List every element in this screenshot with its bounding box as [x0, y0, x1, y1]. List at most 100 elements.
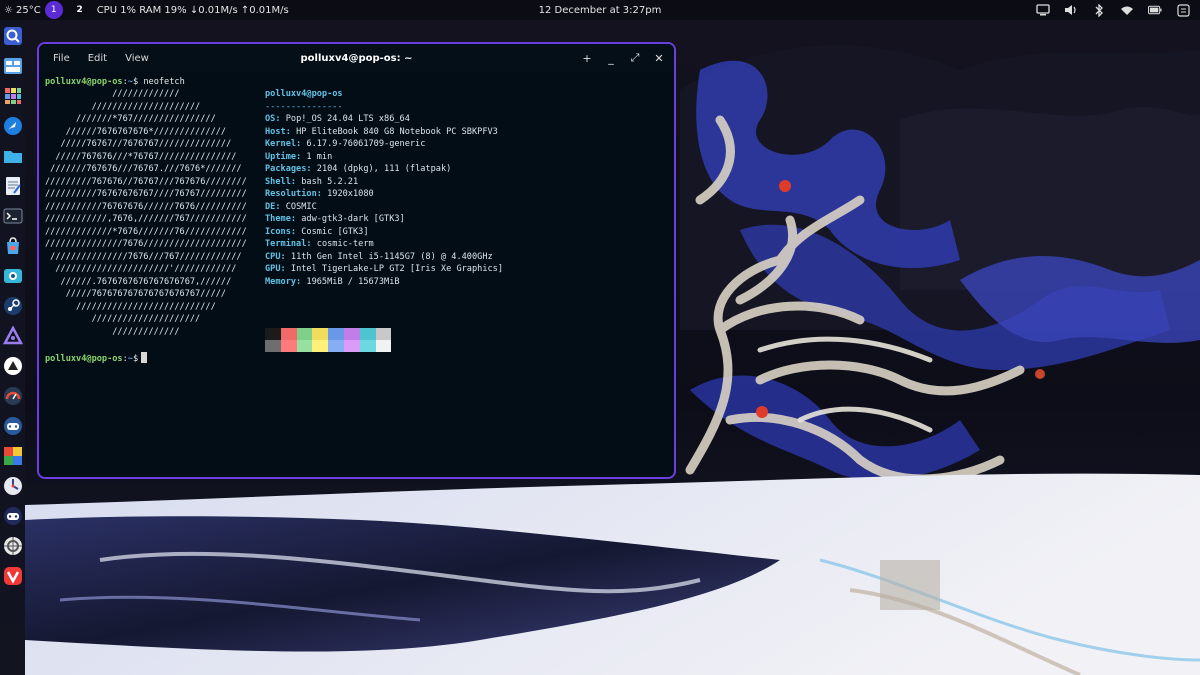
wifi-icon[interactable]	[1120, 3, 1134, 17]
info-key: Packages	[265, 164, 307, 174]
notes-app-icon[interactable]	[3, 356, 23, 376]
normal-swatch-1	[280, 328, 297, 340]
active-prompt-line[interactable]: polluxv4@pop-os:~$	[45, 352, 148, 366]
info-row: Terminal: cosmic-term	[265, 239, 374, 249]
info-key: GPU	[265, 264, 281, 274]
info-key: Theme	[265, 214, 291, 224]
steam-icon[interactable]	[3, 296, 23, 316]
proton-app-icon[interactable]	[2, 326, 23, 346]
info-title: polluxv4@pop-os	[265, 89, 343, 99]
volume-icon[interactable]	[1064, 3, 1078, 17]
info-value: Pop!_OS 24.04 LTS x86_64	[285, 114, 410, 124]
info-value: Intel TigerLake-LP GT2 [Iris Xe Graphics…	[290, 264, 504, 274]
info-row: GPU: Intel TigerLake-LP GT2 [Iris Xe Gra…	[265, 264, 504, 274]
normal-swatch-0	[265, 328, 281, 340]
command-text: neofetch	[143, 77, 185, 87]
prompt-symbol: $	[132, 77, 139, 87]
info-separator: ---------------	[265, 101, 343, 112]
menu-view[interactable]: View	[125, 53, 149, 64]
bright-swatch-2	[296, 340, 313, 352]
normal-swatch-3	[312, 328, 329, 340]
command-prompt-line: polluxv4@pop-os:~$ neofetch	[45, 76, 185, 89]
minimize-button[interactable]: _	[606, 52, 616, 65]
info-value: 1920x1080	[327, 189, 374, 199]
info-key: Shell	[265, 176, 291, 187]
info-value: bash 5.2.21	[301, 176, 359, 187]
terminal-window[interactable]: File Edit View polluxv4@pop-os: ~ + _ ⤢ …	[37, 42, 676, 479]
text-cursor	[141, 352, 148, 363]
weather-applet[interactable]: ☼ 25°C	[0, 5, 41, 16]
info-row: Memory: 1965MiB / 15673MiB	[265, 276, 400, 287]
info-row: CPU: 11th Gen Intel i5-1145G7 (8) @ 4.40…	[265, 251, 493, 262]
info-key: Terminal	[265, 239, 307, 249]
info-value: Cosmic [GTK3]	[301, 226, 369, 237]
power-menu-icon[interactable]	[1176, 3, 1190, 17]
screen-share-icon[interactable]	[1036, 3, 1050, 17]
bright-swatch-4	[328, 340, 344, 352]
terminal-header-bar[interactable]: File Edit View polluxv4@pop-os: ~ + _ ⤢ …	[39, 44, 674, 72]
multi-app-icon[interactable]	[3, 446, 23, 466]
workspace-1-button[interactable]: 1	[44, 1, 63, 19]
store-icon[interactable]	[3, 236, 23, 256]
bright-swatch-5	[343, 340, 360, 352]
info-key: CPU	[265, 251, 281, 262]
info-row: Packages: 2104 (dpkg), 111 (flatpak)	[265, 164, 452, 174]
temperature-label: 25°C	[15, 4, 41, 16]
normal-swatch-5	[343, 328, 360, 340]
info-row: Host: HP EliteBook 840 G8 Notebook PC SB…	[265, 126, 498, 137]
info-row: Resolution: 1920x1080	[265, 189, 374, 199]
info-key: Host	[265, 126, 286, 137]
prompt-user: polluxv4@pop-os	[45, 77, 123, 87]
gauge-app-icon[interactable]	[3, 386, 23, 406]
info-value: 6.17.9-76061709-generic	[306, 139, 426, 149]
color-palette	[265, 328, 392, 352]
menu-edit[interactable]: Edit	[88, 53, 107, 64]
new-tab-button[interactable]: +	[582, 52, 592, 65]
bright-swatch-6	[359, 340, 376, 352]
battery-icon[interactable]	[1148, 3, 1162, 17]
system-monitor-applet[interactable]: CPU 1% RAM 19% ↓0.01M/s ↑0.01M/s	[97, 5, 289, 16]
magnifier-app-icon[interactable]	[3, 26, 23, 46]
info-key: Resolution	[265, 189, 317, 199]
distro-ascii-logo: ///////////// ///////////////////// ////…	[45, 89, 247, 337]
workspace-2-button[interactable]: 2	[71, 1, 89, 19]
bright-swatch-1	[280, 340, 297, 352]
normal-swatch-2	[296, 328, 313, 340]
terminal-app-icon[interactable]	[3, 206, 23, 226]
workspaces-app-icon[interactable]	[3, 56, 23, 76]
bright-swatch-3	[312, 340, 329, 352]
prompt-user: polluxv4@pop-os	[45, 354, 123, 364]
app-library-icon[interactable]	[3, 86, 23, 106]
browser-icon[interactable]	[3, 116, 23, 136]
maximize-button[interactable]: ⤢	[630, 51, 640, 65]
gamepad-2-app-icon[interactable]	[3, 506, 23, 526]
info-key: Uptime	[265, 151, 297, 162]
info-value: 1965MiB / 15673MiB	[306, 276, 400, 287]
info-row: OS: Pop!_OS 24.04 LTS x86_64	[265, 114, 410, 124]
close-button[interactable]: ✕	[654, 52, 664, 65]
info-value: HP EliteBook 840 G8 Notebook PC SBKPFV3	[296, 126, 498, 137]
info-key: Icons	[265, 226, 291, 237]
dock	[0, 20, 25, 675]
normal-swatch-4	[328, 328, 344, 340]
files-icon[interactable]	[3, 146, 23, 166]
info-row: DE: COSMIC	[265, 201, 317, 212]
tools-app-icon[interactable]	[3, 476, 23, 496]
info-row: Uptime: 1 min	[265, 151, 333, 162]
info-row: Kernel: 6.17.9-76061709-generic	[265, 139, 426, 149]
bluetooth-icon[interactable]	[1092, 3, 1106, 17]
camera-app-icon[interactable]	[3, 266, 23, 286]
gamepad-app-icon[interactable]	[3, 416, 23, 436]
menu-file[interactable]: File	[53, 53, 70, 64]
info-key: Memory	[265, 276, 297, 287]
info-key: DE	[265, 201, 276, 212]
palette-row-bright	[265, 340, 392, 352]
info-value: cosmic-term	[316, 239, 374, 249]
info-row: Theme: adw-gtk3-dark [GTK3]	[265, 214, 405, 224]
info-key: Kernel	[265, 139, 297, 149]
text-editor-icon[interactable]	[3, 176, 23, 196]
aperture-app-icon[interactable]	[3, 536, 23, 556]
normal-swatch-7	[375, 328, 392, 340]
bright-swatch-7	[375, 340, 392, 352]
vivaldi-app-icon[interactable]	[3, 566, 23, 586]
